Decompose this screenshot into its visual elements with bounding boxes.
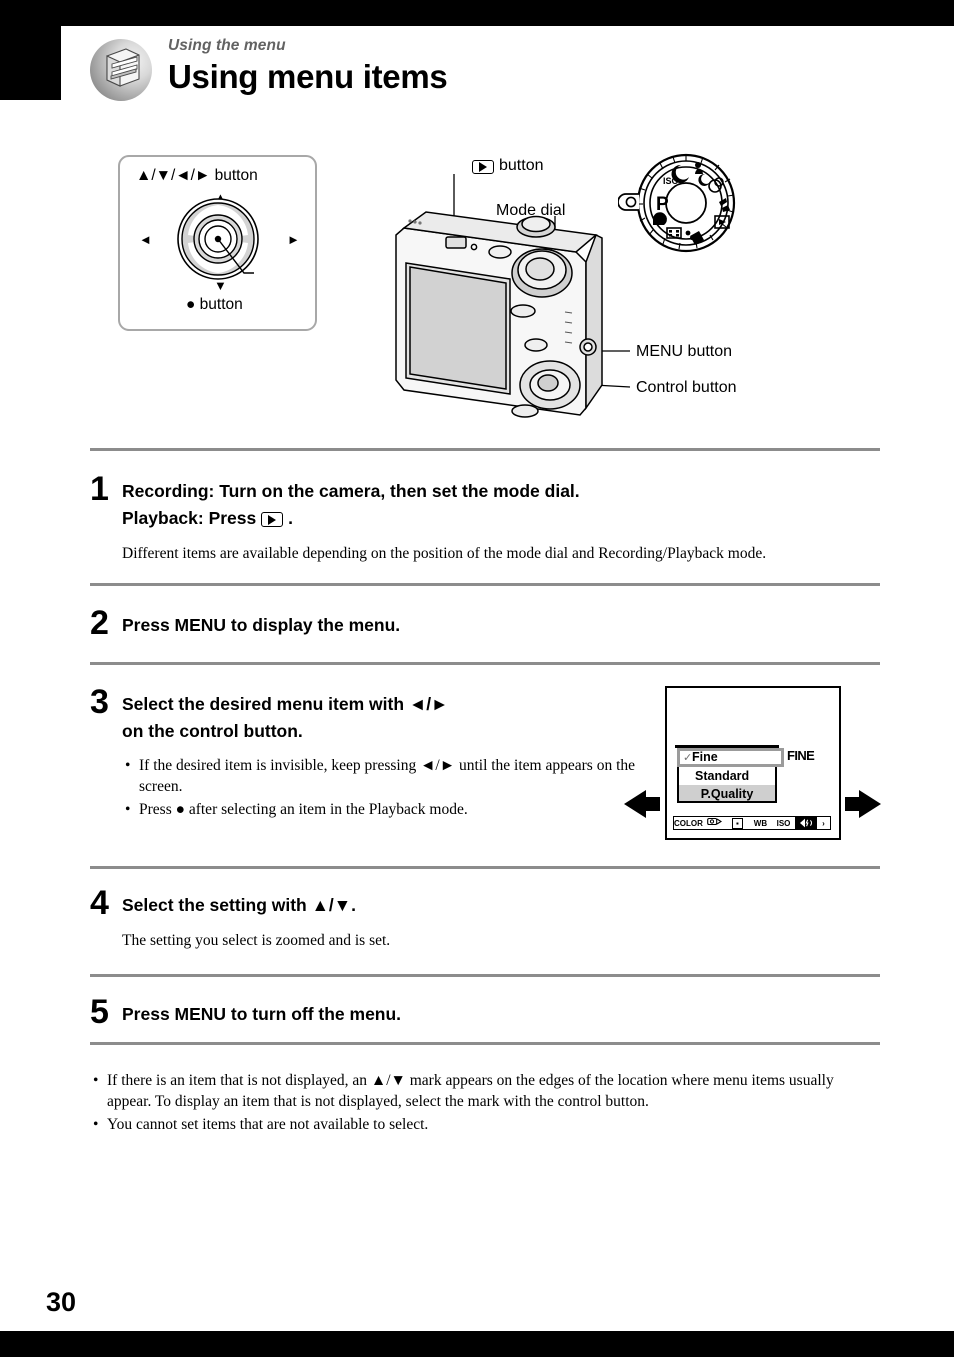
step-1-heading-line2: Playback: Press . [122, 505, 890, 532]
step-5-number: 5 [90, 993, 109, 1031]
control-wheel-diagram [177, 198, 259, 280]
step-1: 1 Recording: Turn on the camera, then se… [90, 472, 890, 564]
step-2: 2 Press MENU to display the menu. [90, 606, 890, 640]
step-4-note: The setting you select is zoomed and is … [122, 932, 391, 949]
top-black-bleed-bar [0, 0, 954, 26]
page-title: Using menu items [168, 58, 448, 95]
step-3-bullet-2: Press ● after selecting an item in the P… [122, 799, 650, 820]
divider-rule-2 [90, 583, 880, 586]
left-black-bleed-block [0, 26, 61, 100]
lcd-screen-frame: ✓Fine Standard P.Quality FINE COLOR ▪ WB… [665, 686, 841, 840]
divider-rule-5 [90, 974, 880, 977]
step-1-playback-suffix: . [288, 508, 294, 528]
directional-button-label: ▲/▼/◄/► button [136, 167, 258, 184]
divider-rule-4 [90, 866, 880, 869]
lcd-menu-item-pquality[interactable]: P.Quality [677, 785, 777, 803]
divider-rule-6 [90, 1042, 880, 1045]
mode-dial-detail-icon: P ISO [618, 153, 736, 253]
step-1-number: 1 [90, 470, 109, 508]
step-2-number: 2 [90, 604, 109, 642]
step-2-heading: Press MENU to display the menu. [122, 615, 401, 635]
footer-note-2: You cannot set items that are not availa… [90, 1114, 880, 1135]
bottom-black-bleed-bar [0, 1331, 954, 1357]
flash-icon-glyph [800, 818, 813, 828]
step-3-heading-line2: on the control button. [122, 721, 303, 741]
step-4-heading: Select the setting with ▲/▼. [122, 895, 356, 915]
metering-icon[interactable]: ▪ [726, 817, 749, 829]
divider-rule-3 [90, 662, 880, 665]
right-arrow-icon: ► [287, 232, 300, 247]
left-arrow-icon: ◄ [139, 232, 152, 247]
left-navigation-arrow-stem [646, 797, 660, 811]
left-navigation-arrow-icon [624, 790, 646, 818]
step-3: 3 Select the desired menu item with ◄/► … [90, 685, 650, 822]
right-navigation-arrow-icon [859, 790, 881, 818]
step-1-playback-prefix: Playback: Press [122, 508, 257, 528]
step-4: 4 Select the setting with ▲/▼. The setti… [90, 886, 890, 951]
page-number: 30 [46, 1287, 77, 1317]
step-3-bullets: If the desired item is invisible, keep p… [122, 755, 650, 820]
step-1-note: Different items are available depending … [122, 545, 767, 562]
step-3-heading-line1: Select the desired menu item with ◄/► [122, 694, 449, 714]
step-5-heading: Press MENU to turn off the menu. [122, 1004, 402, 1024]
control-button-callout: ▲/▼/◄/► button ▲ ▼ ◄ ► ● button [118, 155, 317, 331]
ev-icon-glyph [707, 817, 722, 826]
step-4-number: 4 [90, 884, 109, 922]
step-3-bullet-1: If the desired item is invisible, keep p… [122, 755, 650, 797]
section-kicker: Using the menu [168, 37, 286, 54]
page-header: Using the menu Using menu items [90, 36, 890, 108]
footer-note-1: If there is an item that is not displaye… [90, 1070, 880, 1112]
step-5: 5 Press MENU to turn off the menu. [90, 995, 890, 1029]
lcd-bar-color-label[interactable]: COLOR [674, 818, 703, 829]
ev-icon[interactable] [703, 817, 726, 829]
check-icon: ✓ [683, 752, 693, 764]
step-3-number: 3 [90, 683, 109, 721]
svg-text:P: P [656, 194, 669, 215]
center-button-label: ● button [186, 296, 243, 313]
camera-illustration-area: button Mode dial MENU button Control but… [390, 140, 890, 430]
lcd-bar-wb-label[interactable]: WB [749, 818, 772, 829]
lcd-menu-item-standard[interactable]: Standard [677, 767, 777, 785]
menu-book-icon-glyph [106, 48, 140, 87]
step-1-heading-line1: Recording: Turn on the camera, then set … [122, 481, 580, 501]
figure-zone: ▲/▼/◄/► button ▲ ▼ ◄ ► ● button button M… [90, 140, 890, 435]
divider-rule-1 [90, 448, 880, 451]
playback-icon [261, 512, 284, 528]
lcd-menu-item-fine[interactable]: ✓Fine [677, 748, 784, 767]
right-navigation-arrow-stem [845, 797, 859, 811]
lcd-bar-iso-label[interactable]: ISO [772, 818, 795, 829]
lcd-menu-bar: COLOR ▪ WB ISO › [673, 816, 831, 830]
lcd-menu-item-fine-label: Fine [692, 750, 718, 764]
footer-notes: If there is an item that is not displaye… [90, 1070, 880, 1137]
menu-book-icon [90, 39, 152, 101]
flash-icon[interactable] [795, 817, 818, 829]
lcd-fine-indicator: FINE [787, 748, 815, 763]
lcd-menu-illustration: ✓Fine Standard P.Quality FINE COLOR ▪ WB… [620, 686, 885, 846]
lcd-bar-more-indicator[interactable]: › [817, 818, 830, 829]
lcd-menu-list: ✓Fine Standard P.Quality [677, 748, 784, 803]
metering-icon-glyph: ▪ [732, 817, 743, 829]
